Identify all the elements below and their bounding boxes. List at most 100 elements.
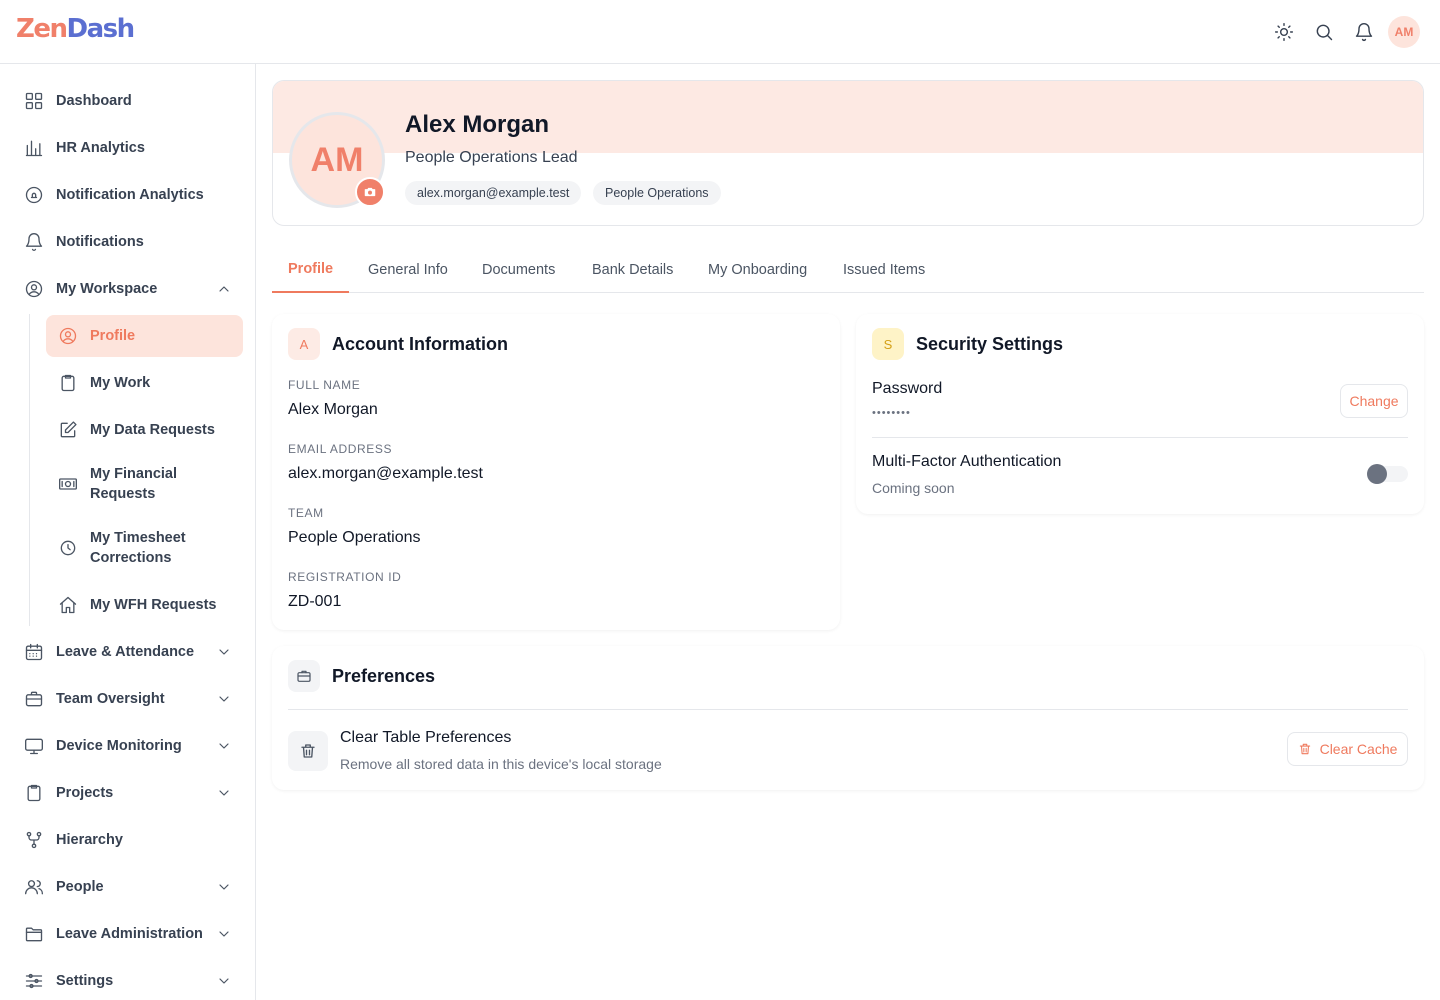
field-label-team: TEAM bbox=[288, 506, 324, 520]
money-icon bbox=[58, 474, 78, 494]
sidebar-item-label: Settings bbox=[56, 973, 114, 989]
divider bbox=[872, 437, 1408, 438]
sidebar-item-device-monitoring[interactable]: Device Monitoring bbox=[12, 725, 244, 767]
clear-cache-button[interactable]: Clear Cache bbox=[1287, 732, 1408, 766]
sidebar-subitem-label: Profile bbox=[90, 328, 136, 344]
user-avatar[interactable]: AM bbox=[1388, 16, 1420, 48]
sidebar-subitem-my-timesheet-corrections[interactable]: My Timesheet Corrections bbox=[46, 520, 243, 576]
chevron-down-icon[interactable] bbox=[216, 785, 232, 801]
sidebar-item-people[interactable]: People bbox=[12, 866, 244, 908]
clear-cache-label: Clear Cache bbox=[1319, 741, 1398, 757]
sidebar-subitem-label: My Data Requests bbox=[90, 422, 215, 438]
mfa-label: Multi-Factor Authentication bbox=[872, 453, 1062, 470]
sidebar-subitem-my-wfh-requests[interactable]: My WFH Requests bbox=[46, 584, 243, 626]
account-information-card: A Account Information FULL NAME Alex Mor… bbox=[272, 314, 840, 630]
sidebar-subitem-label: My Work bbox=[90, 375, 151, 391]
calendar-icon bbox=[24, 642, 44, 662]
sidebar-item-team-oversight[interactable]: Team Oversight bbox=[12, 678, 244, 720]
sidebar-subitem-my-work[interactable]: My Work bbox=[46, 362, 243, 404]
chevron-down-icon[interactable] bbox=[216, 691, 232, 707]
sidebar-subitem-my-data-requests[interactable]: My Data Requests bbox=[46, 409, 243, 451]
change-password-button[interactable]: Change bbox=[1340, 384, 1408, 418]
profile-tabs: Profile General Info Documents Bank Deta… bbox=[272, 246, 1424, 293]
bell-icon[interactable] bbox=[1348, 16, 1380, 48]
sidebar-item-my-workspace[interactable]: My Workspace bbox=[12, 268, 244, 310]
sidebar-item-label: HR Analytics bbox=[56, 140, 145, 156]
security-settings-card: S Security Settings Password •••••••• Ch… bbox=[856, 314, 1424, 514]
sidebar-subitem-profile[interactable]: Profile bbox=[46, 315, 243, 357]
sidebar-item-settings[interactable]: Settings bbox=[12, 960, 244, 1000]
tab-documents[interactable]: Documents bbox=[466, 246, 571, 293]
mfa-status: Coming soon bbox=[872, 480, 955, 496]
sidebar-item-label: Notification Analytics bbox=[56, 187, 204, 203]
sidebar-item-leave-attendance[interactable]: Leave & Attendance bbox=[12, 631, 244, 673]
sidebar-item-hierarchy[interactable]: Hierarchy bbox=[12, 819, 244, 861]
sidebar-item-notifications[interactable]: Notifications bbox=[12, 221, 244, 263]
monitor-icon bbox=[24, 736, 44, 756]
team-chip: People Operations bbox=[593, 181, 721, 205]
tab-my-onboarding[interactable]: My Onboarding bbox=[692, 246, 823, 293]
security-badge: S bbox=[872, 328, 904, 360]
home-icon bbox=[58, 595, 78, 615]
sun-icon[interactable] bbox=[1268, 16, 1300, 48]
chevron-down-icon[interactable] bbox=[216, 926, 232, 942]
card-header: Preferences bbox=[288, 660, 435, 692]
user-circle-icon bbox=[58, 326, 78, 346]
sidebar-item-dashboard[interactable]: Dashboard bbox=[12, 80, 244, 122]
trash-icon bbox=[288, 731, 328, 771]
chevron-down-icon[interactable] bbox=[216, 738, 232, 754]
field-value-registration-id: ZD-001 bbox=[288, 593, 342, 610]
sidebar-subitem-label: My WFH Requests bbox=[90, 597, 217, 613]
chevron-down-icon[interactable] bbox=[216, 973, 232, 989]
password-mask: •••••••• bbox=[872, 407, 911, 419]
toggle-knob bbox=[1367, 464, 1387, 484]
users-icon bbox=[24, 877, 44, 897]
preferences-card: Preferences Clear Table Preferences Remo… bbox=[272, 646, 1424, 790]
top-bar: ZenDash AM bbox=[0, 0, 1440, 64]
profile-name: Alex Morgan bbox=[405, 111, 550, 138]
profile-header-card: AM Alex Morgan People Operations Lead al… bbox=[272, 80, 1424, 226]
chevron-down-icon[interactable] bbox=[216, 644, 232, 660]
sidebar-item-label: People bbox=[56, 879, 104, 895]
bar-chart-icon bbox=[24, 138, 44, 158]
branch-icon bbox=[24, 830, 44, 850]
sidebar-item-label: Leave Administration bbox=[56, 926, 203, 942]
field-value-email: alex.morgan@example.test bbox=[288, 465, 483, 482]
sidebar-item-projects[interactable]: Projects bbox=[12, 772, 244, 814]
briefcase-icon bbox=[24, 689, 44, 709]
card-title: Preferences bbox=[332, 665, 436, 686]
account-badge: A bbox=[288, 328, 320, 360]
email-chip: alex.morgan@example.test bbox=[405, 181, 582, 205]
search-icon[interactable] bbox=[1308, 16, 1340, 48]
app-logo[interactable]: ZenDash bbox=[16, 14, 135, 44]
mfa-toggle[interactable] bbox=[1367, 464, 1408, 484]
sidebar-item-hr-analytics[interactable]: HR Analytics bbox=[12, 127, 244, 169]
sidebar-item-leave-administration[interactable]: Leave Administration bbox=[12, 913, 244, 955]
logo-part-zen: Zen bbox=[16, 14, 68, 44]
chevron-up-icon[interactable] bbox=[216, 281, 232, 297]
clear-prefs-title: Clear Table Preferences bbox=[340, 729, 512, 746]
camera-icon[interactable] bbox=[355, 177, 385, 207]
field-label-full-name: FULL NAME bbox=[288, 378, 361, 392]
sidebar: Dashboard HR Analytics Notification Anal… bbox=[0, 64, 256, 1000]
card-header: S Security Settings bbox=[872, 328, 1063, 360]
field-value-full-name: Alex Morgan bbox=[288, 401, 378, 418]
tab-issued-items[interactable]: Issued Items bbox=[827, 246, 941, 293]
user-circle-icon bbox=[24, 279, 44, 299]
field-label-email: EMAIL ADDRESS bbox=[288, 442, 393, 456]
sidebar-item-label: Leave & Attendance bbox=[56, 644, 195, 660]
tab-general-info[interactable]: General Info bbox=[352, 246, 464, 293]
tab-bank-details[interactable]: Bank Details bbox=[576, 246, 689, 293]
chevron-down-icon[interactable] bbox=[216, 879, 232, 895]
field-value-team: People Operations bbox=[288, 529, 421, 546]
tab-profile[interactable]: Profile bbox=[272, 246, 350, 293]
sidebar-item-label: Projects bbox=[56, 785, 114, 801]
sidebar-subitem-my-financial-requests[interactable]: My Financial Requests bbox=[46, 456, 243, 512]
preferences-icon bbox=[288, 660, 320, 692]
trash-icon bbox=[1299, 743, 1310, 755]
sidebar-item-notification-analytics[interactable]: Notification Analytics bbox=[12, 174, 244, 216]
bell-icon bbox=[24, 232, 44, 252]
divider bbox=[288, 709, 1408, 710]
sidebar-item-label: Notifications bbox=[56, 234, 144, 250]
field-label-registration-id: REGISTRATION ID bbox=[288, 570, 402, 584]
